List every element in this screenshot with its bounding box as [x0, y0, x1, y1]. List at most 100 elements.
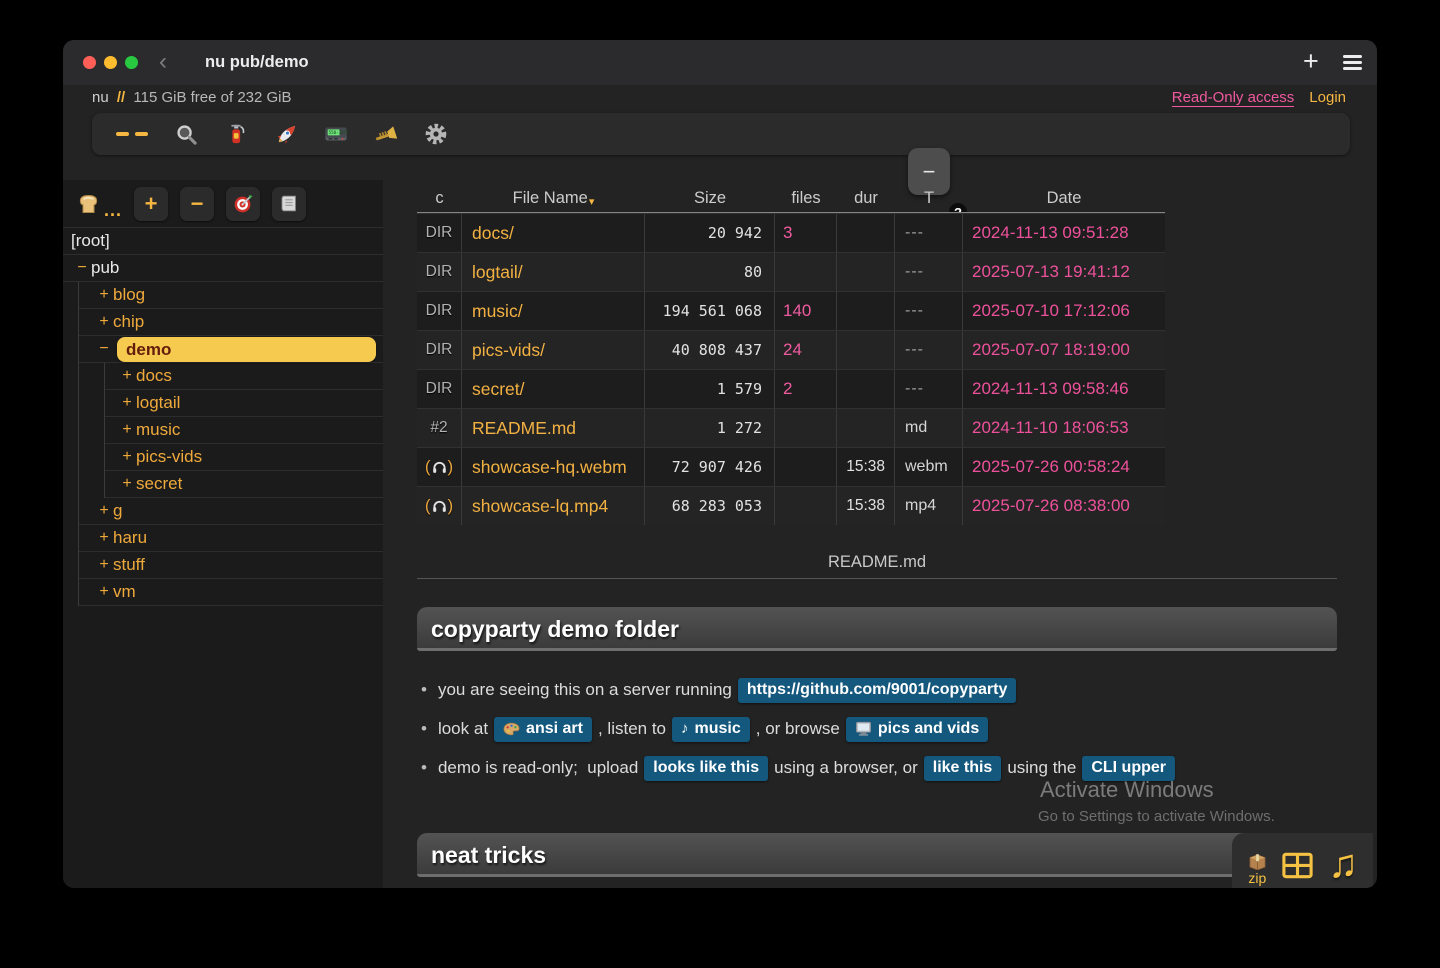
- tree-item-pics-vids[interactable]: + pics-vids: [105, 444, 383, 471]
- window-titlebar: ‹ nu pub/demo +: [63, 40, 1377, 85]
- svg-text:550-3271: 550-3271: [329, 130, 348, 135]
- col-header-files[interactable]: files: [775, 185, 837, 212]
- readme-bullet-1: you are seeing this on a server running …: [421, 677, 1351, 703]
- table-row: #2 README.md 1 272 md 2024-11-10 18:06:5…: [417, 408, 1165, 447]
- pics-and-vids-link[interactable]: pics and vids: [846, 717, 988, 742]
- bread-icon: [75, 191, 102, 217]
- target-dart-icon: [232, 192, 255, 215]
- search-icon[interactable]: [174, 122, 198, 146]
- ansi-art-link[interactable]: ansi art: [494, 717, 592, 742]
- table-row: DIR docs/ 20 942 3 --- 2024-11-13 09:51:…: [417, 213, 1165, 252]
- gear-icon[interactable]: [424, 122, 448, 146]
- doc-viewer-button[interactable]: [272, 187, 306, 221]
- main-toolbar: 550-3271: [92, 113, 1350, 155]
- github-repo-link[interactable]: https://github.com/9001/copyparty: [738, 678, 1016, 703]
- bottom-action-widget: zip ♫: [1232, 833, 1373, 888]
- storage-free-text: 115 GiB free of 232 GiB: [133, 89, 291, 106]
- menu-button[interactable]: [1343, 55, 1362, 73]
- file-tree-sidebar: ... + − [root] − pub + blog: [63, 180, 383, 888]
- trumpet-icon[interactable]: [374, 122, 398, 146]
- headphones-icon: [432, 460, 447, 474]
- col-header-dur[interactable]: dur: [837, 185, 895, 212]
- file-link[interactable]: secret/: [462, 370, 645, 408]
- minimize-window-button[interactable]: [104, 56, 117, 69]
- upload-cli-demo-link[interactable]: like this: [924, 756, 1002, 781]
- table-row: DIR logtail/ 80 --- 2025-07-13 19:41:12: [417, 252, 1165, 291]
- col-header-size[interactable]: Size: [645, 185, 775, 212]
- rocket-icon[interactable]: [274, 122, 298, 146]
- collapse-dashes-icon[interactable]: [116, 132, 148, 136]
- file-list-table: c File Name▾ Size files dur T Date DIR d…: [417, 185, 1165, 525]
- readme-bullet-2: look at ansi art , listen to ♪ music , o…: [421, 716, 1351, 742]
- file-list-header: c File Name▾ Size files dur T Date: [417, 185, 1165, 213]
- col-header-t[interactable]: T: [895, 185, 963, 212]
- music-note-icon: ♪: [681, 720, 689, 737]
- tree-item-music[interactable]: + music: [105, 417, 383, 444]
- tree-item-demo-selected[interactable]: − demo: [79, 336, 383, 363]
- tree-item-docs[interactable]: + docs: [105, 363, 383, 390]
- login-link[interactable]: Login: [1309, 89, 1346, 107]
- table-row: DIR secret/ 1 579 2 --- 2024-11-13 09:58…: [417, 369, 1165, 408]
- tree-grow-button[interactable]: +: [134, 187, 168, 221]
- music-folder-link[interactable]: ♪ music: [672, 717, 750, 742]
- tree-item-vm[interactable]: + vm: [79, 579, 383, 606]
- file-link[interactable]: logtail/: [462, 253, 645, 291]
- pager-icon[interactable]: 550-3271: [324, 122, 348, 146]
- divider: [417, 578, 1337, 579]
- col-header-filename[interactable]: File Name▾: [462, 185, 645, 212]
- breadcrumb: nu // 115 GiB free of 232 GiB: [92, 89, 292, 106]
- scroll-to-playing-button[interactable]: [226, 187, 260, 221]
- file-link[interactable]: pics-vids/: [462, 331, 645, 369]
- file-link[interactable]: README.md: [462, 409, 645, 447]
- close-window-button[interactable]: [83, 56, 96, 69]
- palette-icon: [503, 722, 520, 736]
- monitor-icon: [855, 721, 872, 736]
- breadcrumb-toggle-button[interactable]: ...: [75, 191, 122, 217]
- table-row: DIR pics-vids/ 40 808 437 24 --- 2025-07…: [417, 330, 1165, 369]
- col-header-date[interactable]: Date: [963, 185, 1165, 212]
- audio-player-button[interactable]: ♫: [1328, 843, 1358, 885]
- table-row: ( ) showcase-hq.webm 72 907 426 15:38 we…: [417, 447, 1165, 486]
- tree-item-chip[interactable]: + chip: [79, 309, 383, 336]
- readme-heading-2: neat tricks: [417, 833, 1337, 877]
- file-link[interactable]: docs/: [462, 214, 645, 252]
- tree-item-blog[interactable]: + blog: [79, 282, 383, 309]
- tree-item-secret[interactable]: + secret: [105, 471, 383, 498]
- readme-heading-1: copyparty demo folder: [417, 607, 1337, 651]
- new-tab-button[interactable]: +: [1303, 46, 1319, 77]
- table-row: DIR music/ 194 561 068 140 --- 2025-07-1…: [417, 291, 1165, 330]
- back-button[interactable]: ‹: [159, 48, 167, 76]
- table-row: ( ) showcase-lq.mp4 68 283 053 15:38 mp4…: [417, 486, 1165, 525]
- file-link[interactable]: showcase-lq.mp4: [462, 487, 645, 525]
- breadcrumb-separator: //: [117, 89, 125, 106]
- fire-extinguisher-icon[interactable]: [224, 122, 248, 146]
- breadcrumb-dots: ...: [104, 203, 122, 217]
- file-link[interactable]: music/: [462, 292, 645, 330]
- readme-doc-label: README.md: [417, 553, 1337, 572]
- grid-view-button[interactable]: [1281, 850, 1314, 885]
- grid-view-icon: [1281, 850, 1314, 880]
- activate-windows-watermark: Activate Windows: [1040, 777, 1214, 803]
- selected-folder-pill[interactable]: demo: [117, 337, 376, 362]
- tree-item-logtail[interactable]: + logtail: [105, 390, 383, 417]
- top-strip: nu // 115 GiB free of 232 GiB Read-Only …: [63, 85, 1377, 113]
- tree-shrink-button[interactable]: −: [180, 187, 214, 221]
- file-link[interactable]: showcase-hq.webm: [462, 448, 645, 486]
- page-title: nu pub/demo: [205, 40, 309, 85]
- download-zip-button[interactable]: zip: [1247, 851, 1268, 885]
- tree-item-pub[interactable]: − pub: [63, 255, 383, 282]
- tree-item-root[interactable]: [root]: [63, 228, 383, 255]
- upload-browser-demo-link[interactable]: looks like this: [644, 756, 768, 781]
- activate-windows-subtext: Go to Settings to activate Windows.: [1038, 808, 1275, 825]
- headphones-icon: [432, 499, 447, 513]
- tree-item-haru[interactable]: + haru: [79, 525, 383, 552]
- access-level-link[interactable]: Read-Only access: [1172, 89, 1295, 107]
- tree-item-stuff[interactable]: + stuff: [79, 552, 383, 579]
- tree-item-g[interactable]: + g: [79, 498, 383, 525]
- zoom-window-button[interactable]: [125, 56, 138, 69]
- directory-tree: [root] − pub + blog + chip − demo: [63, 228, 383, 606]
- col-header-c[interactable]: c: [417, 185, 462, 212]
- sort-caret-icon: ▾: [589, 195, 595, 208]
- breadcrumb-host-link[interactable]: nu: [92, 89, 109, 106]
- browser-window: ‹ nu pub/demo + nu // 115 GiB free of 23…: [63, 40, 1377, 888]
